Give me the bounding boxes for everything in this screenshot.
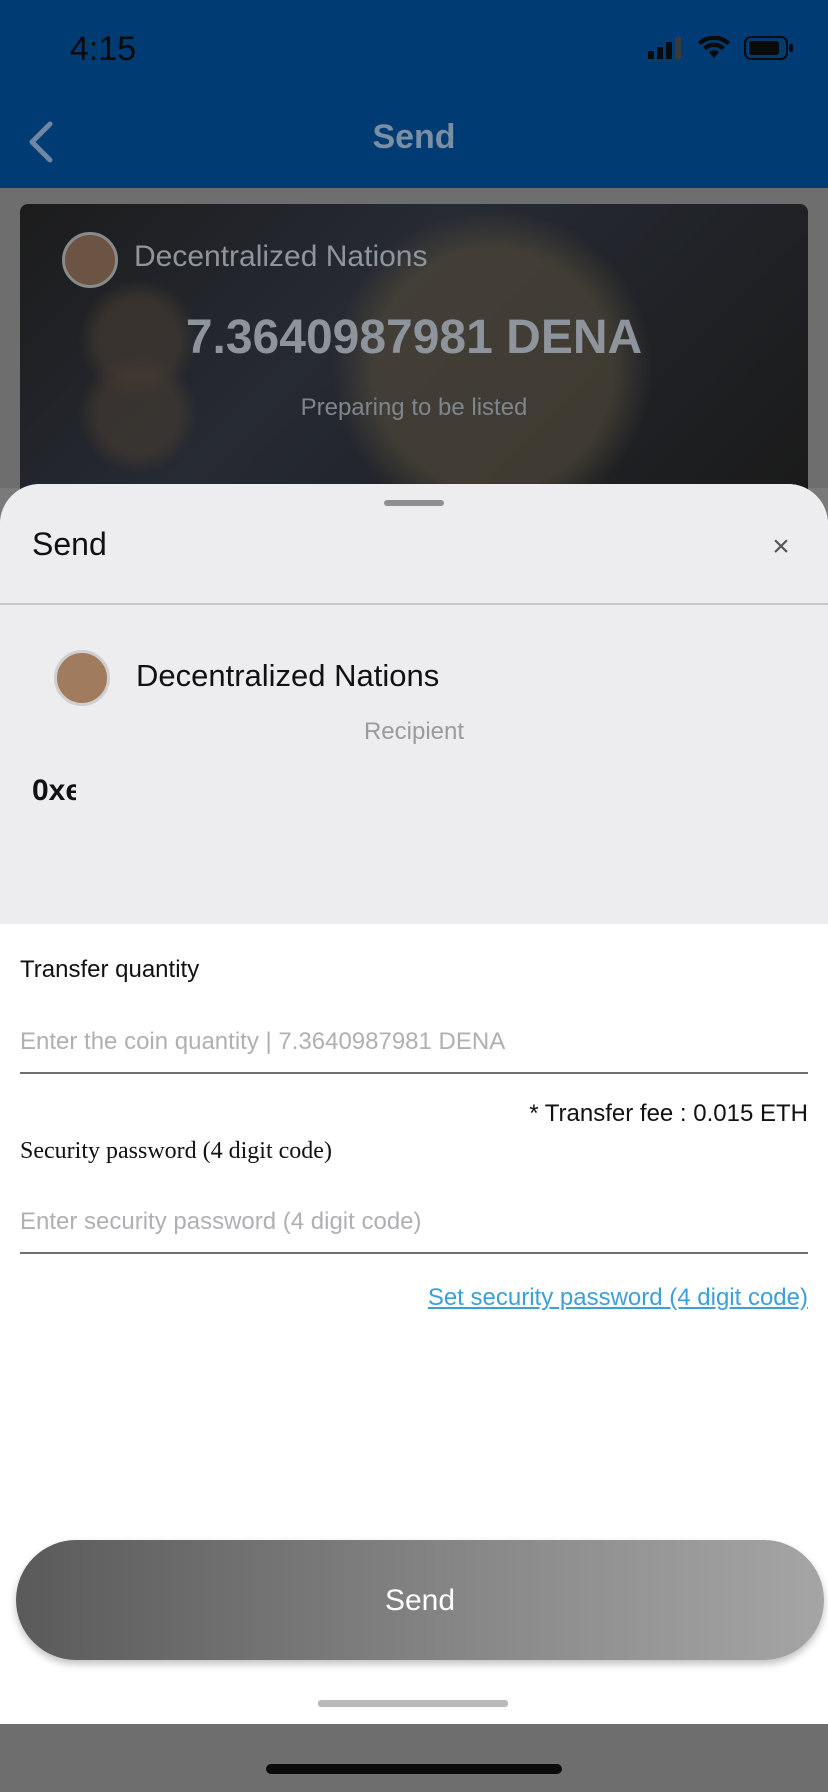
home-area: [0, 1724, 828, 1792]
recipient-address: 0xe: [32, 774, 76, 807]
sheet-grabber[interactable]: [384, 500, 444, 506]
card-status: Preparing to be listed: [300, 394, 528, 421]
card-balance: 7.3640987981 DENA: [185, 311, 643, 364]
page-title: Send: [372, 118, 456, 156]
transfer-fee: * Transfer fee : 0.015 ETH: [529, 1100, 808, 1127]
battery-icon: [744, 36, 793, 60]
quantity-input[interactable]: [20, 1012, 808, 1074]
status-time: 4:15: [70, 30, 137, 68]
password-input[interactable]: [20, 1192, 808, 1254]
divider: [0, 603, 828, 605]
recipient-label: Recipient: [363, 718, 465, 745]
send-sheet: Send × Decentralized Nations Recipient 0…: [0, 484, 828, 1724]
token-logo-icon: [54, 650, 110, 706]
wifi-icon: [698, 36, 730, 58]
token-name: Decentralized Nations: [136, 658, 440, 693]
card-token-name: Decentralized Nations: [134, 240, 428, 273]
home-indicator[interactable]: [266, 1764, 562, 1774]
signal-icon: [648, 37, 681, 59]
token-logo-icon: [62, 232, 118, 288]
set-password-link[interactable]: Set security password (4 digit code): [428, 1284, 808, 1312]
password-label: Security password (4 digit code): [20, 1138, 332, 1164]
sheet-title: Send: [32, 526, 107, 562]
close-icon[interactable]: ×: [766, 532, 796, 562]
status-icons: [648, 36, 794, 60]
header-bar: 4:15 Send: [0, 0, 828, 188]
bottom-grabber: [318, 1700, 508, 1707]
token-card: Decentralized Nations 7.3640987981 DENA …: [20, 204, 808, 504]
quantity-label: Transfer quantity: [20, 956, 200, 983]
sheet-header-area: [0, 484, 828, 924]
send-button[interactable]: Send: [16, 1540, 824, 1660]
